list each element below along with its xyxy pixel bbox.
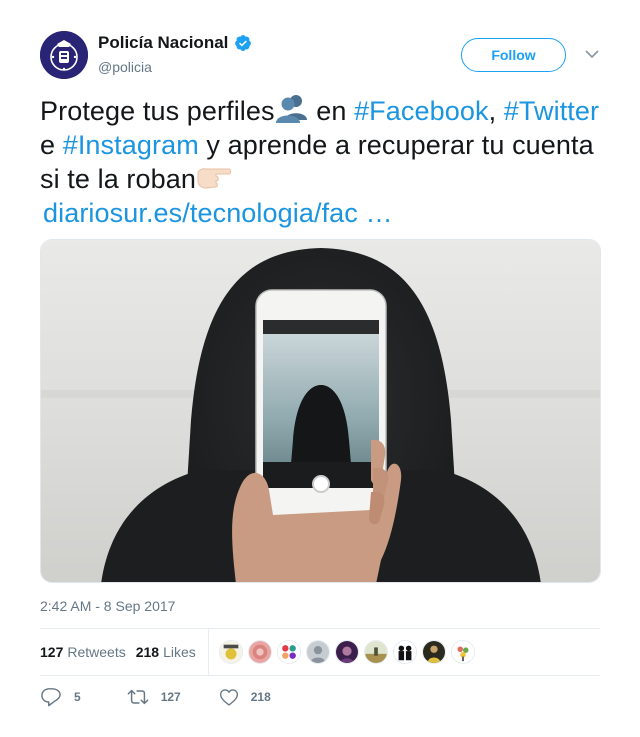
user-handle[interactable]: @policia — [98, 59, 152, 75]
tweet-card: Policía Nacional @policia Follow Protege… — [0, 0, 640, 737]
hooded-person-holding-phone-photo — [41, 240, 600, 582]
tweet-actions: 5 127 218 — [40, 685, 299, 709]
tweet-text-part: e — [40, 130, 63, 160]
tweet-timestamp[interactable]: 2:42 AM - 8 Sep 2017 — [40, 598, 175, 614]
likes-count: 218 — [135, 644, 160, 660]
link-line: diariosur.es/tecnologia/fac … — [40, 196, 600, 230]
tweet-media-photo[interactable] — [40, 239, 601, 583]
stats-separator — [207, 629, 209, 675]
verified-badge-icon — [235, 35, 252, 51]
police-badge-icon — [40, 31, 88, 79]
busts-in-silhouette-icon — [275, 95, 307, 123]
retweet-icon — [127, 689, 149, 705]
chevron-down-icon[interactable] — [584, 48, 600, 60]
liker-avatar[interactable] — [334, 640, 359, 664]
hashtag-instagram-link[interactable]: #Instagram — [63, 130, 199, 160]
tweet-text-part: , — [488, 96, 497, 126]
liker-avatars — [218, 640, 480, 664]
tweet-text: Protege tus perfiles en #Facebook, #Twit… — [40, 92, 600, 230]
stats-bottom-divider — [40, 675, 600, 676]
link-ellipsis: … — [357, 198, 393, 228]
reply-count: 5 — [74, 690, 81, 704]
liker-avatar[interactable] — [450, 640, 475, 664]
liker-avatar[interactable] — [421, 640, 446, 664]
retweet-count: 127 — [160, 690, 181, 704]
tweet-text-part: en — [308, 96, 355, 126]
avatar[interactable] — [40, 31, 88, 79]
reply-icon — [41, 688, 61, 707]
likes-label: Likes — [163, 644, 196, 660]
like-count: 218 — [250, 690, 271, 704]
follow-button[interactable]: Follow — [461, 38, 566, 72]
likes-stat[interactable]: 218 Likes — [136, 644, 196, 660]
liker-avatar[interactable] — [392, 640, 417, 664]
hashtag-facebook-link[interactable]: #Facebook — [354, 96, 489, 126]
tweet-stats: 127 Retweets 218 Likes — [40, 629, 600, 675]
hashtag-twitter-link[interactable]: #Twitter — [504, 96, 599, 126]
tweet-text-part: Protege tus perfiles — [40, 96, 275, 126]
liker-avatar[interactable] — [247, 640, 272, 664]
retweets-count: 127 — [40, 644, 64, 660]
pointing-right-hand-icon — [197, 168, 231, 189]
liker-avatar[interactable] — [218, 640, 243, 664]
article-link[interactable]: diariosur.es/tecnologia/fac — [43, 198, 358, 228]
liker-avatar[interactable] — [276, 640, 301, 664]
like-action[interactable]: 218 — [219, 687, 271, 707]
heart-icon — [219, 689, 238, 706]
reply-action[interactable]: 5 — [40, 687, 81, 707]
author-name-row: Policía Nacional — [98, 33, 252, 53]
retweets-stat[interactable]: 127 Retweets — [40, 644, 126, 660]
liker-avatar[interactable] — [363, 640, 388, 664]
liker-avatar[interactable] — [305, 640, 330, 664]
display-name[interactable]: Policía Nacional — [98, 33, 228, 53]
retweets-label: Retweets — [67, 644, 126, 660]
retweet-action[interactable]: 127 — [127, 687, 181, 707]
